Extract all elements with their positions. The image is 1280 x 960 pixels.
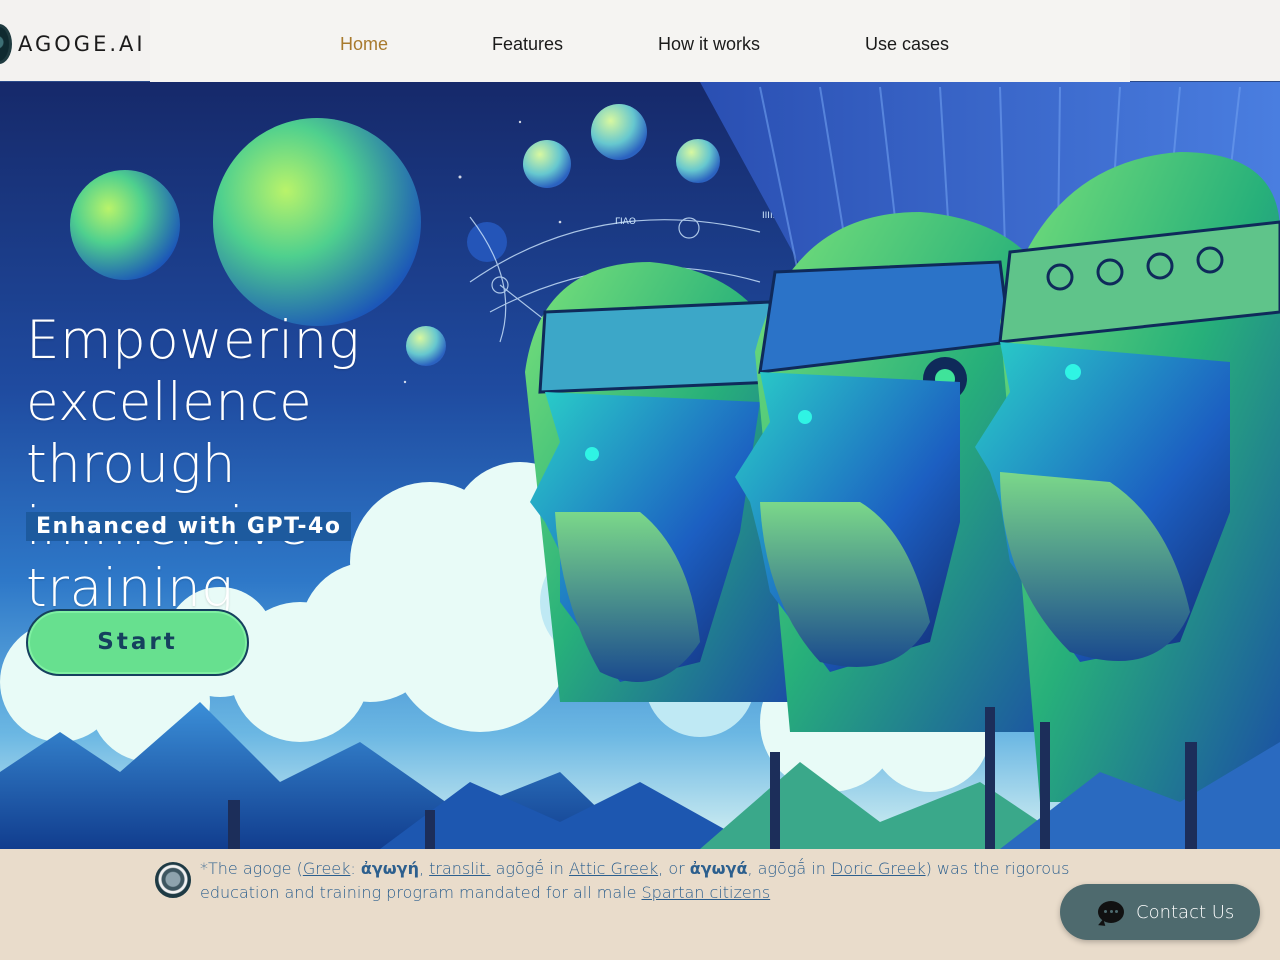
contact-us-button[interactable]: Contact Us (1060, 884, 1260, 940)
link-greek[interactable]: Greek (303, 859, 351, 878)
header-band (150, 0, 1130, 82)
nav-home[interactable]: Home (340, 34, 388, 55)
link-translit[interactable]: translit. (429, 859, 490, 878)
art-label-1: ΓΙΑΟ (615, 217, 636, 227)
nav-how-it-works[interactable]: How it works (658, 34, 760, 55)
link-doric-greek[interactable]: Doric Greek (831, 859, 926, 878)
nav-features[interactable]: Features (492, 34, 563, 55)
footnote-sep: : (350, 859, 361, 878)
site-header: AGOGE.AI Home Features How it works Use … (0, 0, 1280, 82)
footnote-sep: , (418, 859, 430, 878)
greek-word-doric: ἀγωγά (689, 859, 748, 878)
hero-title: Empowering excellence through immersive … (26, 310, 361, 619)
link-attic-greek[interactable]: Attic Greek (569, 859, 658, 878)
hero-section: ΓΙΑΟ ΙΙΙΙΙ Empowering excellence through… (0, 82, 1280, 849)
link-spartan-citizens[interactable]: Spartan citizens (642, 883, 771, 902)
logo[interactable]: AGOGE.AI (0, 22, 146, 66)
footnote-sep: agōgḗ in (490, 859, 570, 878)
logo-text: AGOGE.AI (18, 32, 146, 56)
footnote-prefix: *The agoge ( (200, 859, 303, 878)
greek-word: ἀγωγή (360, 859, 419, 878)
chat-icon (1098, 901, 1124, 923)
nav-use-cases[interactable]: Use cases (865, 34, 949, 55)
helmet-logo-icon (0, 24, 12, 64)
agoge-footnote: *The agoge (Greek: ἀγωγή, translit. agōg… (200, 857, 1110, 905)
gpt-badge: Enhanced with GPT-4o (26, 512, 352, 541)
footnote-sep: , agōgā́ in (747, 859, 831, 878)
contact-us-label: Contact Us (1136, 901, 1235, 923)
helmet-badge-icon (155, 862, 191, 898)
footnote-sep: , or (658, 859, 690, 878)
start-button[interactable]: Start (26, 609, 249, 676)
